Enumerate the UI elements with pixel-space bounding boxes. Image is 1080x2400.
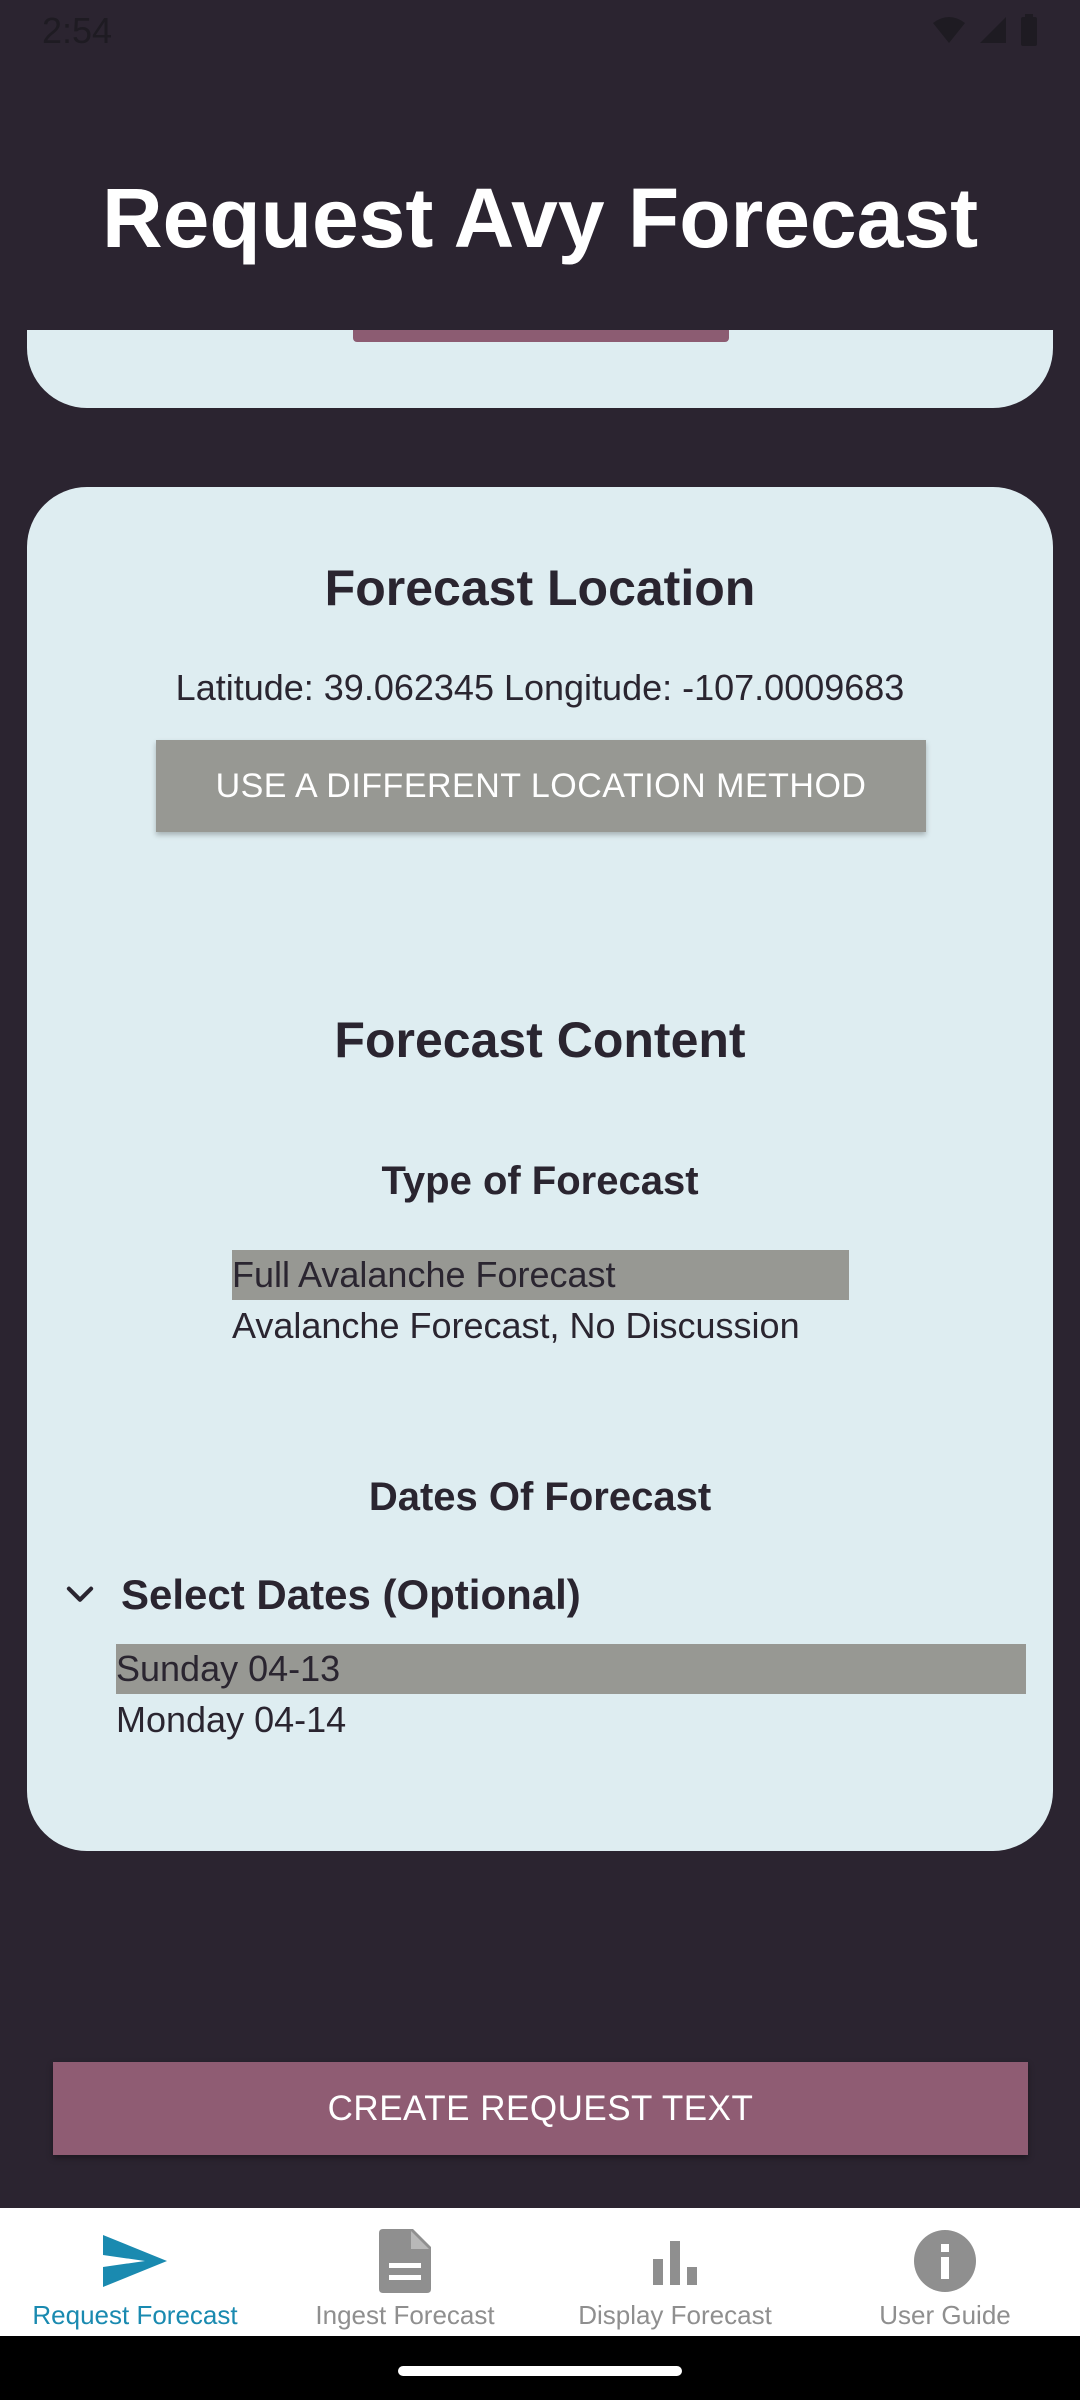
battery-icon bbox=[1021, 14, 1037, 46]
home-gesture-handle[interactable] bbox=[398, 2366, 682, 2376]
info-icon bbox=[914, 2230, 976, 2292]
status-icons bbox=[932, 14, 1038, 46]
forecast-card: Forecast Location Latitude: 39.062345 Lo… bbox=[27, 487, 1053, 1851]
document-icon bbox=[379, 2229, 431, 2293]
status-time: 2:54 bbox=[42, 10, 113, 51]
forecast-type-option-full[interactable]: Full Avalanche Forecast bbox=[232, 1250, 849, 1300]
create-request-button[interactable]: CREATE REQUEST TEXT bbox=[53, 2062, 1028, 2155]
nav-label-request-forecast: Request Forecast bbox=[32, 2300, 238, 2330]
nav-label-ingest-forecast: Ingest Forecast bbox=[315, 2300, 495, 2330]
wifi-icon bbox=[933, 17, 965, 43]
nav-item-display-forecast[interactable]: Display Forecast bbox=[540, 2208, 810, 2336]
chevron-down-icon bbox=[66, 1586, 94, 1602]
nav-item-ingest-forecast[interactable]: Ingest Forecast bbox=[270, 2208, 540, 2336]
change-location-method-button[interactable]: USE A DIFFERENT LOCATION METHOD bbox=[156, 740, 926, 832]
status-bar: 2:54 bbox=[0, 0, 1080, 62]
coordinates-text: Latitude: 39.062345 Longitude: -107.0009… bbox=[175, 667, 905, 708]
select-dates-label: Select Dates (Optional) bbox=[121, 1571, 581, 1618]
nav-label-user-guide: User Guide bbox=[879, 2300, 1011, 2330]
date-option-sunday[interactable]: Sunday 04-13 bbox=[116, 1644, 1026, 1694]
bar-chart-icon bbox=[653, 2241, 697, 2285]
previous-card bbox=[27, 330, 1053, 408]
app-screen: 2:54 Request Avy Forecast Forecast Locat… bbox=[0, 0, 1080, 2400]
forecast-type-label: Type of Forecast bbox=[381, 1159, 699, 1203]
nav-item-request-forecast[interactable]: Request Forecast bbox=[0, 2208, 270, 2336]
forecast-type-option-no-discussion[interactable]: Avalanche Forecast, No Discussion bbox=[232, 1301, 849, 1351]
content-section-title: Forecast Content bbox=[334, 1012, 746, 1068]
system-navigation-bar bbox=[0, 2336, 1080, 2400]
date-option-monday[interactable]: Monday 04-14 bbox=[116, 1695, 1026, 1745]
location-section-title: Forecast Location bbox=[324, 560, 756, 616]
nav-label-display-forecast: Display Forecast bbox=[578, 2300, 772, 2330]
bottom-navigation: Request Forecast Ingest Forecast Display… bbox=[0, 2208, 1080, 2336]
select-dates-expander[interactable]: Select Dates (Optional) bbox=[61, 1571, 581, 1619]
dates-section-label: Dates Of Forecast bbox=[368, 1475, 712, 1519]
cell-signal-icon bbox=[980, 17, 1006, 43]
send-icon bbox=[103, 2235, 167, 2287]
page-title: Request Avy Forecast bbox=[101, 171, 979, 265]
nav-item-user-guide[interactable]: User Guide bbox=[810, 2208, 1080, 2336]
partial-button[interactable] bbox=[353, 330, 729, 342]
